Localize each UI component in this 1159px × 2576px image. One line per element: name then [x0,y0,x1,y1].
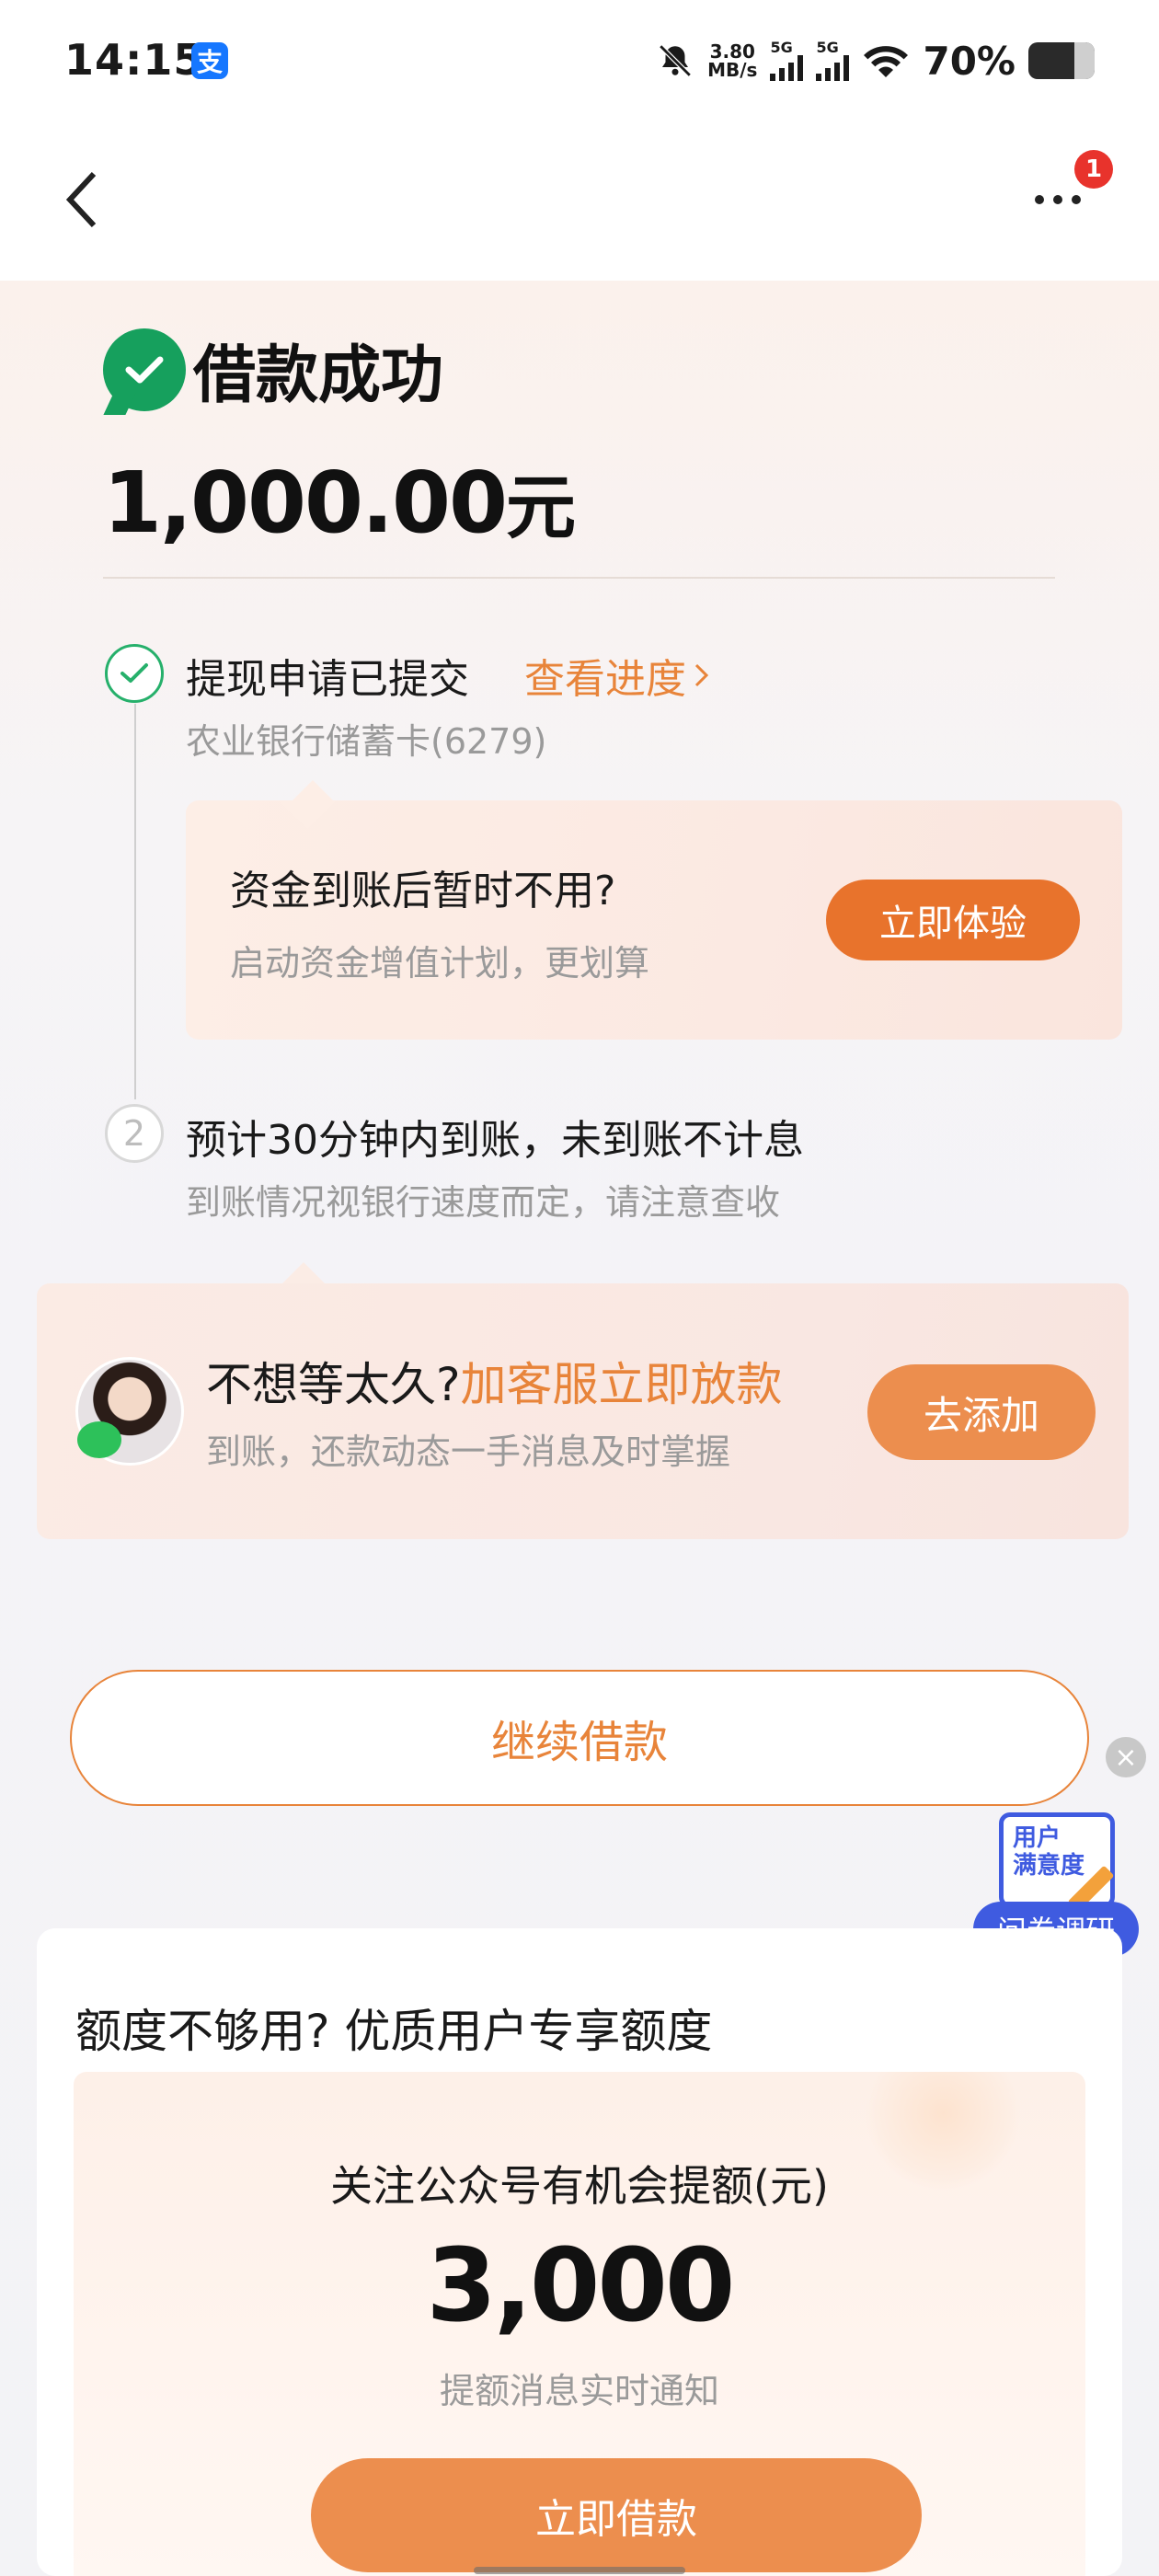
alipay-app-icon: 支 [191,42,228,79]
net-speed: 3.80 MB/s [707,42,757,79]
view-progress-label: 查看进度 [524,656,686,703]
chevron-right-icon [694,663,709,687]
card-pointer [281,1262,326,1284]
back-button[interactable] [55,163,110,236]
more-dot-icon [1035,195,1044,204]
more-dot-icon [1072,195,1081,204]
status-time: 14:15 [64,35,204,85]
loan-amount-value: 1,000.00 [103,454,508,552]
service-title-accent: 加客服立即放款 [460,1358,783,1411]
signal-2: 5G [816,39,850,81]
invest-subtitle: 启动资金增值计划，更划算 [230,943,650,983]
loan-amount-unit: 元 [505,466,576,548]
timeline-line [134,704,136,1099]
invest-title: 资金到账后暂时不用? [230,868,616,914]
invest-promo-card: 资金到账后暂时不用? 启动资金增值计划，更划算 立即体验 [186,800,1122,1040]
continue-borrow-button[interactable]: 继续借款 [70,1670,1089,1806]
more-dot-icon [1053,195,1062,204]
status-bar: 14:15 支 3.80 MB/s 5G 5G 70% [0,0,1159,124]
limit-card-title: 额度不够用? 优质用户专享额度 [75,2005,713,2058]
service-subtitle: 到账，还款动态一手消息及时掌握 [206,1432,731,1472]
battery-icon [1028,42,1095,79]
status-indicators: 3.80 MB/s 5G 5G 70% [656,33,1095,88]
signal-bars-icon [816,55,850,81]
success-title: 借款成功 [193,339,444,412]
survey-close-icon[interactable]: × [1106,1737,1146,1777]
step-2-subtitle: 到账情况视银行速度而定，请注意查收 [186,1182,781,1223]
limit-offer-panel: 关注公众号有机会提额(元) 3,000 提额消息实时通知 立即借款 [74,2072,1085,2576]
service-title-prefix: 不想等太久? [206,1358,461,1411]
service-title: 不想等太久?加客服立即放款 [206,1348,783,1414]
net-speed-value: 3.80 [709,40,755,63]
step-2-title: 预计30分钟内到账，未到账不计息 [186,1117,804,1164]
divider [103,577,1055,579]
customer-service-card: 不想等太久?加客服立即放款 到账，还款动态一手消息及时掌握 去添加 [37,1283,1129,1539]
view-progress-link[interactable]: 查看进度 [524,646,710,705]
home-indicator[interactable] [0,2567,1159,2574]
wifi-icon [864,46,909,77]
wechat-icon [77,1421,121,1458]
step-1-bank-card: 农业银行储蓄卡(6279) [186,721,547,762]
step-2-number: 2 [105,1104,164,1163]
try-now-button[interactable]: 立即体验 [826,880,1080,960]
survey-card-line2: 满意度 [1013,1852,1085,1880]
survey-card-text: 用户 满意度 [1013,1824,1084,1880]
add-service-button[interactable]: 去添加 [867,1364,1096,1460]
survey-widget[interactable]: 用户 满意度 [999,1812,1115,1908]
mute-bell-icon [659,44,692,77]
chevron-left-icon [65,171,97,228]
signal-1-label: 5G [770,39,793,56]
notification-badge: 1 [1074,150,1113,189]
limit-note: 提额消息实时通知 [439,2371,719,2411]
signal-2-label: 5G [816,39,839,56]
step-1-title: 提现申请已提交 [186,656,469,703]
limit-value: 3,000 [426,2226,736,2344]
card-pointer [291,780,335,802]
success-check-icon [103,328,186,411]
success-header: 借款成功 [103,324,443,415]
signal-bars-icon [770,55,804,81]
limit-label: 关注公众号有机会提额(元) [330,2161,829,2211]
credit-limit-card: 额度不够用? 优质用户专享额度 关注公众号有机会提额(元) 3,000 提额消息… [37,1928,1122,2576]
signal-1: 5G [770,39,804,81]
survey-card-line1: 用户 [1013,1824,1061,1852]
step-done-check-icon [105,644,164,703]
borrow-now-button[interactable]: 立即借款 [311,2458,922,2572]
net-speed-unit: MB/s [707,59,758,81]
nav-header: 1 [0,124,1159,281]
battery-percent: 70% [923,38,1016,84]
loan-amount: 1,000.00元 [103,451,576,552]
